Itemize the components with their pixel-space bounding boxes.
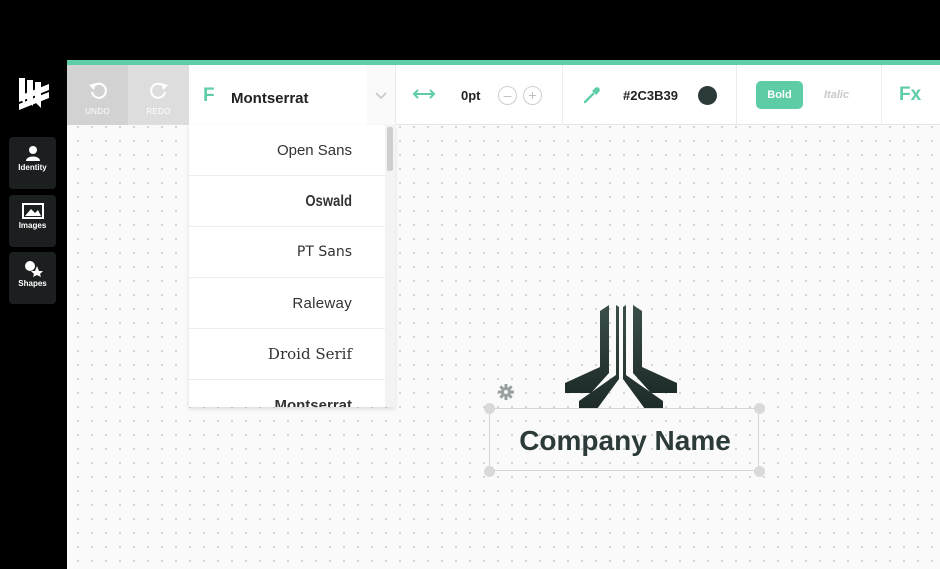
toolbar-divider — [562, 65, 563, 125]
sidebar-item-label: Identity — [18, 163, 47, 172]
color-hex-value[interactable]: #2C3B39 — [623, 88, 678, 103]
chevron-down-icon — [375, 92, 387, 100]
redo-icon — [149, 82, 168, 99]
sidebar-item-shapes[interactable]: Shapes — [9, 252, 56, 304]
font-option[interactable]: Montserrat — [189, 380, 385, 407]
undo-label: UNDO — [85, 107, 110, 116]
font-option[interactable]: Open Sans — [189, 125, 385, 176]
person-icon — [25, 146, 40, 161]
bold-button[interactable]: Bold — [756, 81, 803, 109]
brand-logo-icon — [19, 78, 49, 110]
color-swatch[interactable] — [698, 86, 717, 105]
dropdown-scrollbar[interactable] — [385, 125, 395, 407]
font-option[interactable]: Droid Serif — [189, 329, 385, 380]
font-option[interactable]: PT Sans — [189, 227, 385, 278]
effects-button[interactable]: Fx — [899, 84, 921, 106]
decrease-spacing-button[interactable]: – — [498, 86, 517, 105]
resize-handle-top-right[interactable] — [754, 403, 765, 414]
font-option[interactable]: Oswald — [189, 176, 385, 227]
shapes-icon — [24, 261, 43, 277]
italic-button[interactable]: Italic — [824, 89, 849, 101]
app-window: Identity Images Shapes UNDO REDO F Monts… — [0, 0, 940, 569]
sidebar: Identity Images Shapes — [0, 60, 67, 569]
letter-spacing-icon — [412, 89, 436, 99]
font-dropdown-list: Open Sans Oswald PT Sans Raleway Droid S… — [189, 125, 395, 407]
sidebar-item-label: Images — [18, 221, 47, 230]
font-option[interactable]: Raleway — [189, 278, 385, 329]
font-select-value: Montserrat — [231, 90, 309, 107]
sidebar-item-label: Shapes — [18, 279, 47, 288]
redo-button[interactable]: REDO — [128, 65, 189, 125]
text-toolbar: UNDO REDO F Montserrat 0pt – + #2C3B39 B… — [67, 65, 940, 125]
company-name-textbox[interactable]: Company Name — [489, 408, 759, 471]
image-icon — [21, 203, 44, 219]
resize-handle-bottom-left[interactable] — [484, 466, 495, 477]
redo-label: REDO — [146, 107, 171, 116]
company-name-text[interactable]: Company Name — [490, 409, 760, 472]
font-family-select[interactable]: F Montserrat — [189, 65, 395, 125]
toolbar-divider — [395, 65, 396, 125]
letter-spacing-value[interactable]: 0pt — [461, 88, 481, 103]
undo-button[interactable]: UNDO — [67, 65, 128, 125]
toolbar-divider — [881, 65, 882, 125]
resize-handle-top-left[interactable] — [484, 403, 495, 414]
dropdown-scrollbar-thumb[interactable] — [387, 127, 393, 171]
company-logo-graphic[interactable] — [563, 305, 679, 413]
toolbar-divider — [736, 65, 737, 125]
sidebar-item-identity[interactable]: Identity — [9, 137, 56, 189]
font-icon: F — [203, 85, 215, 106]
resize-handle-bottom-right[interactable] — [754, 466, 765, 477]
undo-icon — [88, 82, 107, 99]
eyedropper-icon[interactable] — [582, 85, 602, 105]
font-select-toggle[interactable] — [367, 65, 395, 125]
increase-spacing-button[interactable]: + — [523, 86, 542, 105]
sidebar-item-images[interactable]: Images — [9, 195, 56, 247]
gear-icon[interactable] — [497, 383, 515, 401]
